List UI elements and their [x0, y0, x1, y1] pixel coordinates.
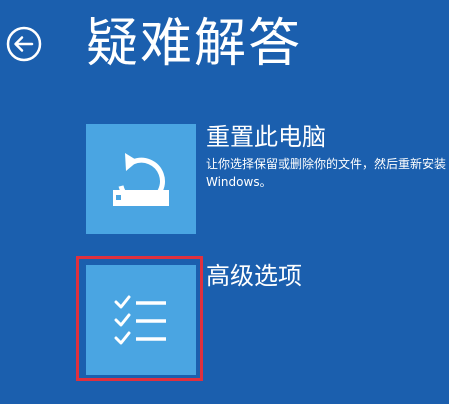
back-arrow-icon: [6, 26, 42, 62]
reset-pc-title: 重置此电脑: [206, 123, 326, 151]
page-title: 疑难解答: [86, 14, 303, 74]
back-button[interactable]: [6, 26, 42, 62]
advanced-options-checklist-icon: [114, 295, 166, 345]
reset-pc-option[interactable]: 重置此电脑 让你选择保留或删除你的文件，然后重新安装 Windows。: [86, 123, 447, 236]
reset-pc-tile[interactable]: [86, 124, 196, 234]
advanced-options-title: 高级选项: [206, 262, 302, 290]
reset-pc-description: 让你选择保留或删除你的文件，然后重新安装 Windows。: [206, 157, 447, 189]
advanced-options-tile[interactable]: [86, 265, 196, 375]
reset-pc-icon: [113, 153, 169, 206]
advanced-options-option[interactable]: 高级选项: [86, 262, 446, 379]
